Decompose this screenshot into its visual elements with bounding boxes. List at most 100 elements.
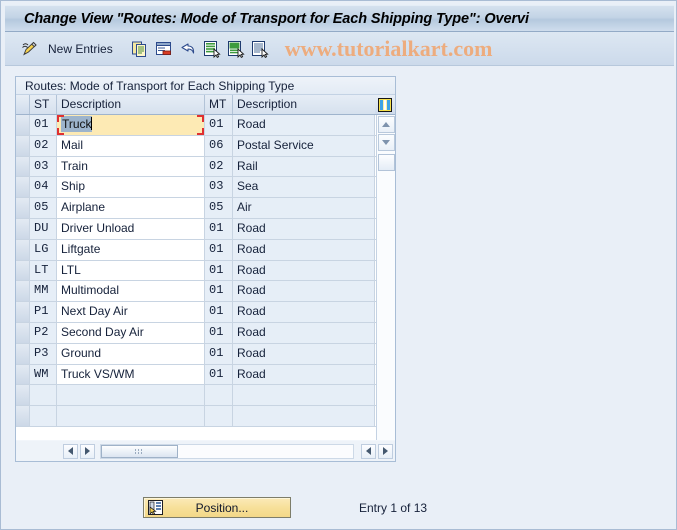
row-selector[interactable] (16, 385, 30, 406)
undo-icon[interactable] (176, 37, 200, 61)
table-row[interactable]: 04 Ship 03 Sea (16, 177, 376, 199)
column-header-select[interactable] (16, 95, 30, 114)
horizontal-scroll-track[interactable] (100, 443, 354, 459)
cell-shipping-type[interactable]: MM (30, 281, 57, 302)
copy-icon[interactable] (128, 37, 152, 61)
cell-shipping-type[interactable] (30, 406, 57, 426)
cell-shipping-type-description[interactable] (57, 385, 205, 406)
cell-shipping-type[interactable] (30, 385, 57, 406)
scroll-left-button-2[interactable] (361, 443, 376, 459)
vertical-scroll-thumb[interactable] (377, 154, 395, 171)
row-selector[interactable] (16, 218, 30, 239)
cell-shipping-type[interactable]: P1 (30, 302, 57, 322)
cell-shipping-type[interactable]: 03 (30, 156, 57, 177)
cell-mode-of-transport[interactable]: 03 (205, 177, 233, 198)
table-row[interactable]: P2 Second Day Air 01 Road (16, 322, 376, 344)
table-row[interactable]: P3 Ground 01 Road (16, 343, 376, 365)
row-selector[interactable] (16, 364, 30, 385)
scroll-right-button-2[interactable] (378, 443, 393, 459)
cell-shipping-type-description[interactable]: Mail (57, 135, 205, 156)
table-vertical-scrollbar[interactable] (376, 115, 395, 440)
column-header-description-2[interactable]: Description (233, 95, 375, 114)
delete-row-icon[interactable] (152, 37, 176, 61)
row-selector[interactable] (16, 115, 30, 135)
cell-mode-of-transport[interactable]: 01 (205, 115, 233, 135)
cell-shipping-type-description[interactable]: Driver Unload (57, 218, 205, 239)
cell-shipping-type-description[interactable] (57, 406, 205, 426)
cell-shipping-type-description[interactable]: Next Day Air (57, 302, 205, 322)
cell-mode-of-transport[interactable]: 01 (205, 281, 233, 302)
new-entries-button[interactable]: New Entries (48, 42, 113, 56)
row-selector[interactable] (16, 406, 30, 426)
table-row[interactable]: 05 Airplane 05 Air (16, 198, 376, 219)
row-selector[interactable] (16, 302, 30, 322)
cell-shipping-type[interactable]: LG (30, 239, 57, 260)
cell-mode-of-transport[interactable]: 02 (205, 156, 233, 177)
cell-mode-of-transport[interactable]: 01 (205, 260, 233, 281)
cell-shipping-type[interactable]: DU (30, 218, 57, 239)
table-row[interactable]: WM Truck VS/WM 01 Road (16, 364, 376, 386)
cell-shipping-type-description[interactable]: LTL (57, 260, 205, 281)
cell-shipping-type-description[interactable]: Truck (57, 115, 205, 135)
cell-shipping-type-description[interactable]: Second Day Air (57, 322, 205, 343)
table-settings-icon[interactable] (375, 95, 395, 114)
table-row[interactable]: DU Driver Unload 01 Road (16, 218, 376, 240)
cell-shipping-type-description[interactable]: Truck VS/WM (57, 364, 205, 385)
deselect-all-icon[interactable] (224, 37, 248, 61)
cell-shipping-type[interactable]: LT (30, 260, 57, 281)
scroll-down-button[interactable] (377, 134, 395, 151)
cell-mode-of-transport[interactable]: 01 (205, 364, 233, 385)
column-header-mt[interactable]: MT (205, 95, 233, 114)
row-selector[interactable] (16, 177, 30, 198)
cell-mode-of-transport[interactable]: 06 (205, 135, 233, 156)
column-header-st[interactable]: ST (30, 95, 57, 114)
cell-mode-of-transport[interactable]: 01 (205, 218, 233, 239)
table-row[interactable]: 03 Train 02 Rail (16, 156, 376, 178)
table-row[interactable]: 02 Mail 06 Postal Service (16, 135, 376, 157)
row-selector[interactable] (16, 135, 30, 156)
details-icon[interactable] (248, 37, 272, 61)
cell-mode-of-transport[interactable]: 01 (205, 343, 233, 364)
row-selector[interactable] (16, 198, 30, 218)
cell-shipping-type-description[interactable]: Multimodal (57, 281, 205, 302)
row-selector[interactable] (16, 260, 30, 281)
cell-shipping-type[interactable]: P3 (30, 343, 57, 364)
scroll-right-button[interactable] (80, 443, 95, 459)
position-button[interactable]: Position... (143, 497, 291, 518)
table-row[interactable]: P1 Next Day Air 01 Road (16, 302, 376, 323)
cell-shipping-type[interactable]: WM (30, 364, 57, 385)
cell-mode-of-transport[interactable] (205, 385, 233, 406)
row-selector[interactable] (16, 281, 30, 302)
horizontal-scroll-thumb[interactable] (101, 444, 178, 458)
scroll-left-button[interactable] (63, 443, 78, 459)
row-selector[interactable] (16, 343, 30, 364)
cell-mode-of-transport[interactable]: 05 (205, 198, 233, 218)
column-header-description-1[interactable]: Description (57, 95, 205, 114)
cell-shipping-type[interactable]: 01 (30, 115, 57, 135)
table-row[interactable] (16, 406, 376, 427)
cell-shipping-type-description[interactable]: Airplane (57, 198, 205, 218)
cell-mode-of-transport[interactable]: 01 (205, 322, 233, 343)
select-all-icon[interactable] (200, 37, 224, 61)
cell-mode-of-transport[interactable]: 01 (205, 239, 233, 260)
cell-shipping-type[interactable]: 02 (30, 135, 57, 156)
scroll-up-button[interactable] (377, 116, 395, 133)
row-selector[interactable] (16, 322, 30, 343)
cell-shipping-type[interactable]: 04 (30, 177, 57, 198)
table-row[interactable] (16, 385, 376, 407)
row-selector[interactable] (16, 156, 30, 177)
table-row[interactable]: LT LTL 01 Road (16, 260, 376, 282)
cell-shipping-type[interactable]: 05 (30, 198, 57, 218)
cell-mode-of-transport[interactable] (205, 406, 233, 426)
table-row[interactable]: MM Multimodal 01 Road (16, 281, 376, 303)
cell-shipping-type-description[interactable]: Ship (57, 177, 205, 198)
table-horizontal-scrollbar[interactable] (16, 441, 395, 461)
cell-shipping-type-description[interactable]: Liftgate (57, 239, 205, 260)
cell-shipping-type-description[interactable]: Train (57, 156, 205, 177)
cell-mode-of-transport[interactable]: 01 (205, 302, 233, 322)
cell-shipping-type[interactable]: P2 (30, 322, 57, 343)
cell-shipping-type-description[interactable]: Ground (57, 343, 205, 364)
table-row[interactable]: 01 Truck 01 Road (16, 115, 376, 136)
pencil-icon[interactable] (18, 37, 42, 61)
table-row[interactable]: LG Liftgate 01 Road (16, 239, 376, 261)
